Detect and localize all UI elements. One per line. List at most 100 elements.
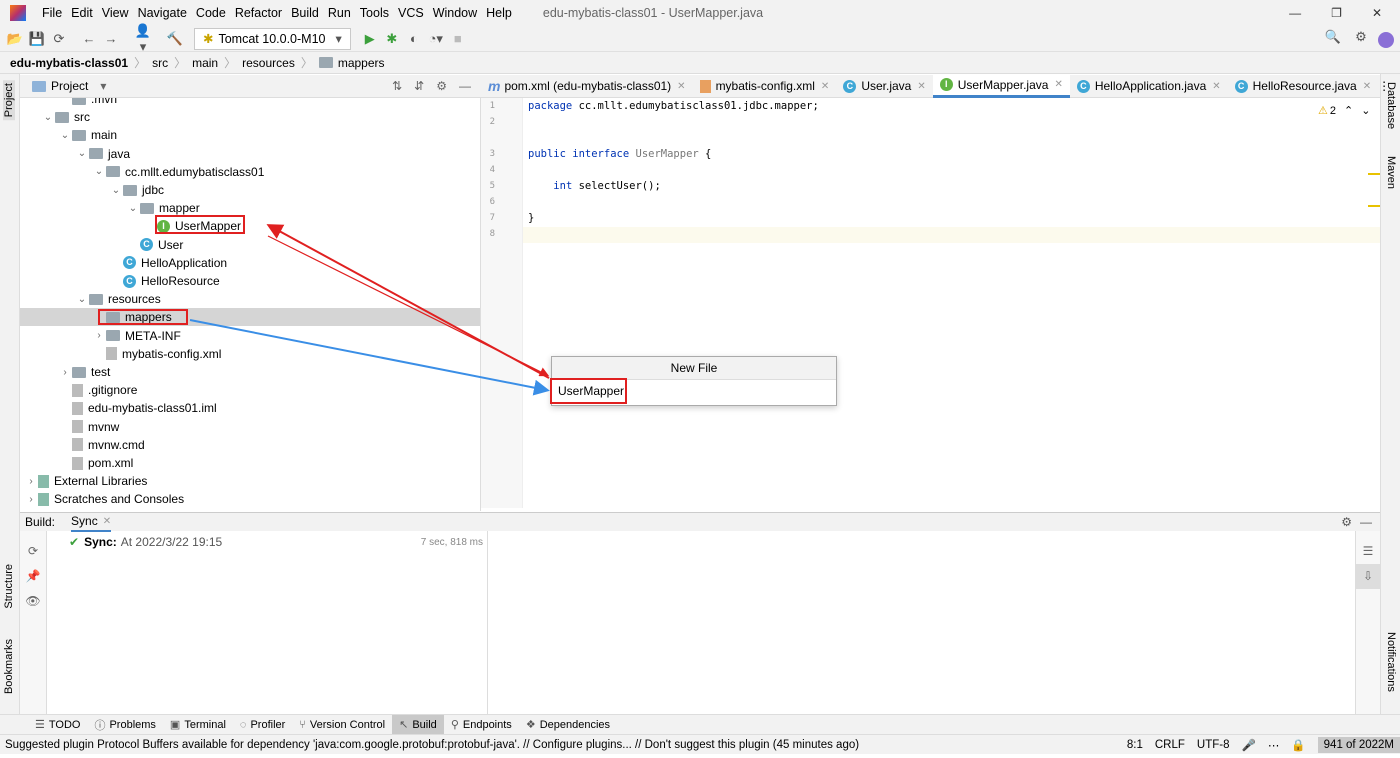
chevron-right-icon[interactable]: › [24, 494, 38, 505]
editor-tab[interactable]: C HelloResource.java ✕ [1228, 75, 1378, 98]
tree-item[interactable]: › External Libraries [20, 472, 480, 490]
chevron-right-icon[interactable]: › [58, 367, 72, 378]
menu-navigate[interactable]: Navigate [138, 6, 187, 20]
tree-item[interactable]: ⌄ resources [20, 290, 480, 308]
more-tabs-icon[interactable]: ⋮ [1378, 79, 1398, 93]
lock-icon[interactable]: 🔒 [1291, 738, 1305, 752]
code-line[interactable]: package cc.mllt.edumybatisclass01.jdbc.m… [528, 100, 819, 112]
chevron-down-icon[interactable]: ▾ [100, 79, 106, 93]
menu-vcs[interactable]: VCS [398, 6, 424, 20]
close-tab-icon[interactable]: ✕ [1054, 79, 1062, 90]
close-tab-icon[interactable]: ✕ [677, 81, 685, 92]
chevron-down-icon[interactable]: ⌄ [126, 203, 140, 214]
status-message[interactable]: Suggested plugin Protocol Buffers availa… [5, 739, 859, 751]
next-highlight-icon[interactable]: ⌄ [1361, 104, 1370, 117]
tree-item[interactable]: ⌄ jdbc [20, 181, 480, 199]
save-icon[interactable]: 💾 [26, 31, 48, 47]
tool-tab-todo[interactable]: ☰ TODO [28, 715, 87, 734]
avatar[interactable] [1378, 32, 1394, 48]
memory-indicator[interactable]: 941 of 2022M [1317, 736, 1400, 753]
expand-all-icon[interactable]: ⇅ [392, 79, 402, 93]
code-line[interactable]: int selectUser(); [528, 180, 660, 192]
stop-icon[interactable]: ■ [447, 31, 469, 46]
close-icon[interactable]: ✕ [1372, 6, 1382, 20]
tree-item[interactable]: mvnw.cmd [20, 436, 480, 454]
editor-tab[interactable]: I UserMapper.java ✕ [932, 74, 1070, 98]
menu-edit[interactable]: Edit [71, 6, 93, 20]
gear-icon[interactable]: ⚙ [436, 79, 447, 93]
breadcrumb-item[interactable]: resources [242, 56, 295, 70]
pin-icon[interactable]: 📌 [20, 564, 46, 589]
tree-item[interactable]: › test [20, 363, 480, 381]
breadcrumb-item[interactable]: main [192, 56, 218, 70]
caret-position[interactable]: 8:1 [1127, 739, 1143, 751]
menu-run[interactable]: Run [328, 6, 351, 20]
tree-item[interactable]: ⌄ main [20, 126, 480, 144]
structure-tool-tab[interactable]: Structure [3, 564, 15, 609]
breadcrumb-item[interactable]: edu-mybatis-class01 [10, 56, 128, 70]
editor-tab[interactable]: mybatis-config.xml ✕ [693, 75, 837, 98]
tree-item[interactable]: ⌄ src [20, 108, 480, 126]
project-tool-tab[interactable]: Project [3, 80, 15, 121]
file-encoding[interactable]: UTF-8 [1197, 739, 1230, 751]
chevron-right-icon[interactable]: › [24, 476, 38, 487]
prev-highlight-icon[interactable]: ⌃ [1344, 104, 1353, 117]
tree-item[interactable]: › Scratches and Consoles [20, 490, 480, 508]
close-tab-icon[interactable]: ✕ [917, 81, 925, 92]
tree-item[interactable]: ⌄ cc.mllt.edumybatisclass01 [20, 163, 480, 181]
sync-result-row[interactable]: ✔ Sync: At 2022/3/22 19:15 7 sec, 818 ms [47, 531, 487, 549]
project-view-select[interactable]: Project [51, 79, 88, 93]
coverage-icon[interactable]: ◐ [403, 31, 425, 46]
menu-refactor[interactable]: Refactor [235, 6, 282, 20]
eye-icon[interactable]: 👁 [20, 589, 46, 614]
back-icon[interactable]: ← [78, 31, 100, 46]
hide-icon[interactable]: — [459, 79, 471, 93]
tree-item[interactable]: C User [20, 236, 480, 254]
build-hammer-icon[interactable]: 🔨 [164, 31, 186, 47]
tool-tab-problems[interactable]: ⓘ Problems [87, 715, 162, 734]
profile-icon[interactable]: ◔▾ [425, 31, 447, 47]
chevron-down-icon[interactable]: ⌄ [109, 185, 123, 196]
soft-wrap-icon[interactable]: ☰ [1356, 539, 1380, 564]
tool-tab-dependencies[interactable]: ❖ Dependencies [519, 715, 617, 734]
maximize-icon[interactable]: ❐ [1331, 6, 1342, 20]
menu-build[interactable]: Build [291, 6, 319, 20]
tool-tab-build[interactable]: ↖ Build [392, 715, 444, 734]
gear-icon[interactable]: ⚙ [1350, 29, 1372, 48]
run-icon[interactable]: ▶ [359, 31, 381, 47]
vcs-user-icon[interactable]: 👤▾ [132, 23, 154, 55]
code-line[interactable]: } [528, 212, 534, 224]
menu-view[interactable]: View [102, 6, 129, 20]
tree-item[interactable]: C HelloApplication [20, 254, 480, 272]
chevron-down-icon[interactable]: ⌄ [75, 148, 89, 159]
close-tab-icon[interactable]: ✕ [821, 81, 829, 92]
more-icon[interactable]: ⋯ [1268, 738, 1280, 752]
close-tab-icon[interactable]: ✕ [1212, 81, 1220, 92]
warning-stripe-mark[interactable] [1368, 205, 1380, 207]
editor-tab[interactable]: m pom.xml (edu-mybatis-class01) ✕ [481, 75, 693, 98]
tree-item[interactable]: .gitignore [20, 381, 480, 399]
debug-icon[interactable]: ✱ [381, 31, 403, 47]
forward-icon[interactable]: → [100, 31, 122, 46]
line-separator[interactable]: CRLF [1155, 739, 1185, 751]
menu-help[interactable]: Help [486, 6, 512, 20]
menu-window[interactable]: Window [433, 6, 477, 20]
chevron-right-icon[interactable]: › [92, 330, 106, 341]
chevron-down-icon[interactable]: ⌄ [75, 294, 89, 305]
tree-item[interactable]: mvnw [20, 418, 480, 436]
tree-item[interactable]: .mvn [20, 98, 480, 108]
scroll-to-end-icon[interactable]: ⇩ [1356, 564, 1380, 589]
rerun-icon[interactable]: ⟳ [20, 539, 46, 564]
tree-item[interactable]: pom.xml [20, 454, 480, 472]
editor-tab[interactable]: C User.java ✕ [836, 75, 932, 98]
chevron-down-icon[interactable]: ⌄ [41, 112, 55, 123]
menu-tools[interactable]: Tools [360, 6, 389, 20]
hide-icon[interactable]: — [1360, 515, 1372, 529]
warning-stripe-mark[interactable] [1368, 173, 1380, 175]
tree-item[interactable]: mappers [20, 308, 480, 327]
code-line[interactable]: public interface UserMapper { [528, 148, 711, 160]
collapse-all-icon[interactable]: ⇵ [414, 79, 424, 93]
open-icon[interactable]: 📂 [4, 31, 26, 47]
tree-item[interactable]: ⌄ java [20, 145, 480, 163]
minimize-icon[interactable]: — [1289, 6, 1301, 20]
